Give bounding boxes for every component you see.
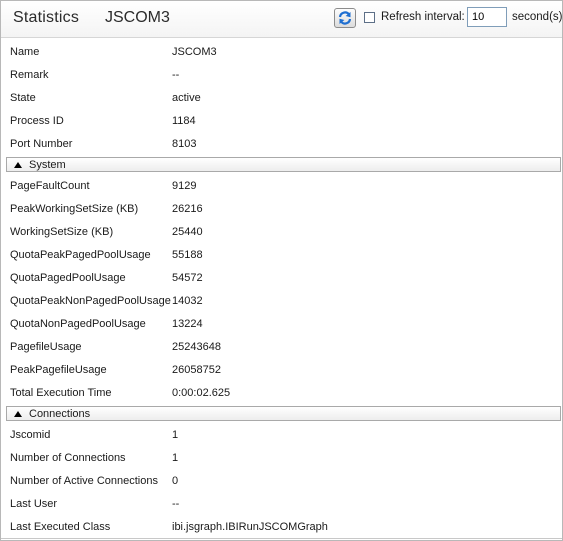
property-key: Number of Active Connections [10, 475, 158, 487]
property-row: PeakPagefileUsage 26058752 [1, 359, 562, 382]
property-row: PageFaultCount 9129 [1, 175, 562, 198]
statistics-panel: Statistics JSCOM3 Refresh interval: seco… [0, 0, 563, 541]
property-value: 1184 [172, 115, 196, 127]
property-key: State [10, 92, 36, 104]
property-value: -- [172, 498, 180, 510]
panel-header: Statistics JSCOM3 Refresh interval: seco… [1, 1, 563, 38]
refresh-interval-input[interactable] [467, 7, 507, 27]
property-row: Number of Active Connections 0 [1, 470, 562, 493]
property-value: -- [172, 69, 180, 81]
property-key: Remark [10, 69, 49, 81]
property-row: Port Number 8103 [1, 133, 562, 156]
section-label: System [29, 159, 66, 171]
property-key: PeakWorkingSetSize (KB) [10, 203, 139, 215]
page-title: Statistics [13, 9, 80, 26]
property-value: 54572 [172, 272, 203, 284]
refresh-interval-checkbox[interactable] [364, 12, 375, 23]
property-value: JSCOM3 [172, 46, 217, 58]
collapse-triangle-icon [14, 162, 22, 168]
property-key: Port Number [10, 138, 73, 150]
property-row: Last User -- [1, 493, 562, 516]
property-value: 25243648 [172, 341, 221, 353]
property-value: 0:00:02.625 [172, 387, 231, 399]
property-row: Name JSCOM3 [1, 41, 562, 64]
property-row: Remark -- [1, 64, 562, 87]
property-key: QuotaNonPagedPoolUsage [10, 318, 146, 330]
property-key: Last User [10, 498, 58, 510]
property-key: QuotaPeakPagedPoolUsage [10, 249, 151, 261]
property-key: Jscomid [10, 429, 51, 441]
property-row: QuotaPagedPoolUsage 54572 [1, 267, 562, 290]
property-value: 1 [172, 452, 179, 464]
property-value: 9129 [172, 180, 197, 192]
property-row: State active [1, 87, 562, 110]
property-key: Last Executed Class [10, 521, 111, 533]
property-row: Last Executed Class ibi.jsgraph.IBIRunJS… [1, 516, 562, 539]
property-row: PagefileUsage 25243648 [1, 336, 562, 359]
property-key: QuotaPagedPoolUsage [10, 272, 126, 284]
collapse-triangle-icon [14, 411, 22, 417]
property-row: Total Execution Time 0:00:02.625 [1, 382, 562, 405]
property-value: 26216 [172, 203, 203, 215]
property-key: WorkingSetSize (KB) [10, 226, 114, 238]
property-key: Name [10, 46, 40, 58]
property-row: WorkingSetSize (KB) 25440 [1, 221, 562, 244]
property-row: PeakWorkingSetSize (KB) 26216 [1, 198, 562, 221]
property-row: Process ID 1184 [1, 110, 562, 133]
system-section-header[interactable]: System [6, 157, 561, 172]
property-value: 8103 [172, 138, 197, 150]
property-value: 14032 [172, 295, 203, 307]
connections-section-header[interactable]: Connections [6, 406, 561, 421]
refresh-icon [338, 11, 352, 25]
refresh-button[interactable] [334, 8, 356, 28]
property-row: Number of Connections 1 [1, 447, 562, 470]
property-key: QuotaPeakNonPagedPoolUsage [10, 295, 171, 307]
property-value: ibi.jsgraph.IBIRunJSCOMGraph [172, 521, 328, 533]
property-key: Total Execution Time [10, 387, 112, 399]
process-name-title: JSCOM3 [105, 9, 170, 26]
property-key: PeakPagefileUsage [10, 364, 107, 376]
property-key: Process ID [10, 115, 64, 127]
property-value: 25440 [172, 226, 203, 238]
property-key: PagefileUsage [10, 341, 82, 353]
property-value: 13224 [172, 318, 203, 330]
property-row: QuotaPeakPagedPoolUsage 55188 [1, 244, 562, 267]
property-value: active [172, 92, 201, 104]
property-row: QuotaPeakNonPagedPoolUsage 14032 [1, 290, 562, 313]
section-label: Connections [29, 408, 91, 420]
seconds-label: second(s) [512, 11, 563, 23]
property-row: QuotaNonPagedPoolUsage 13224 [1, 313, 562, 336]
refresh-interval-label: Refresh interval: [381, 11, 465, 23]
property-value: 0 [172, 475, 179, 487]
property-key: Number of Connections [10, 452, 126, 464]
property-value: 26058752 [172, 364, 221, 376]
property-value: 1 [172, 429, 179, 441]
property-key: PageFaultCount [10, 180, 90, 192]
bottom-divider [1, 538, 562, 539]
property-row: Jscomid 1 [1, 424, 562, 447]
property-value: 55188 [172, 249, 203, 261]
